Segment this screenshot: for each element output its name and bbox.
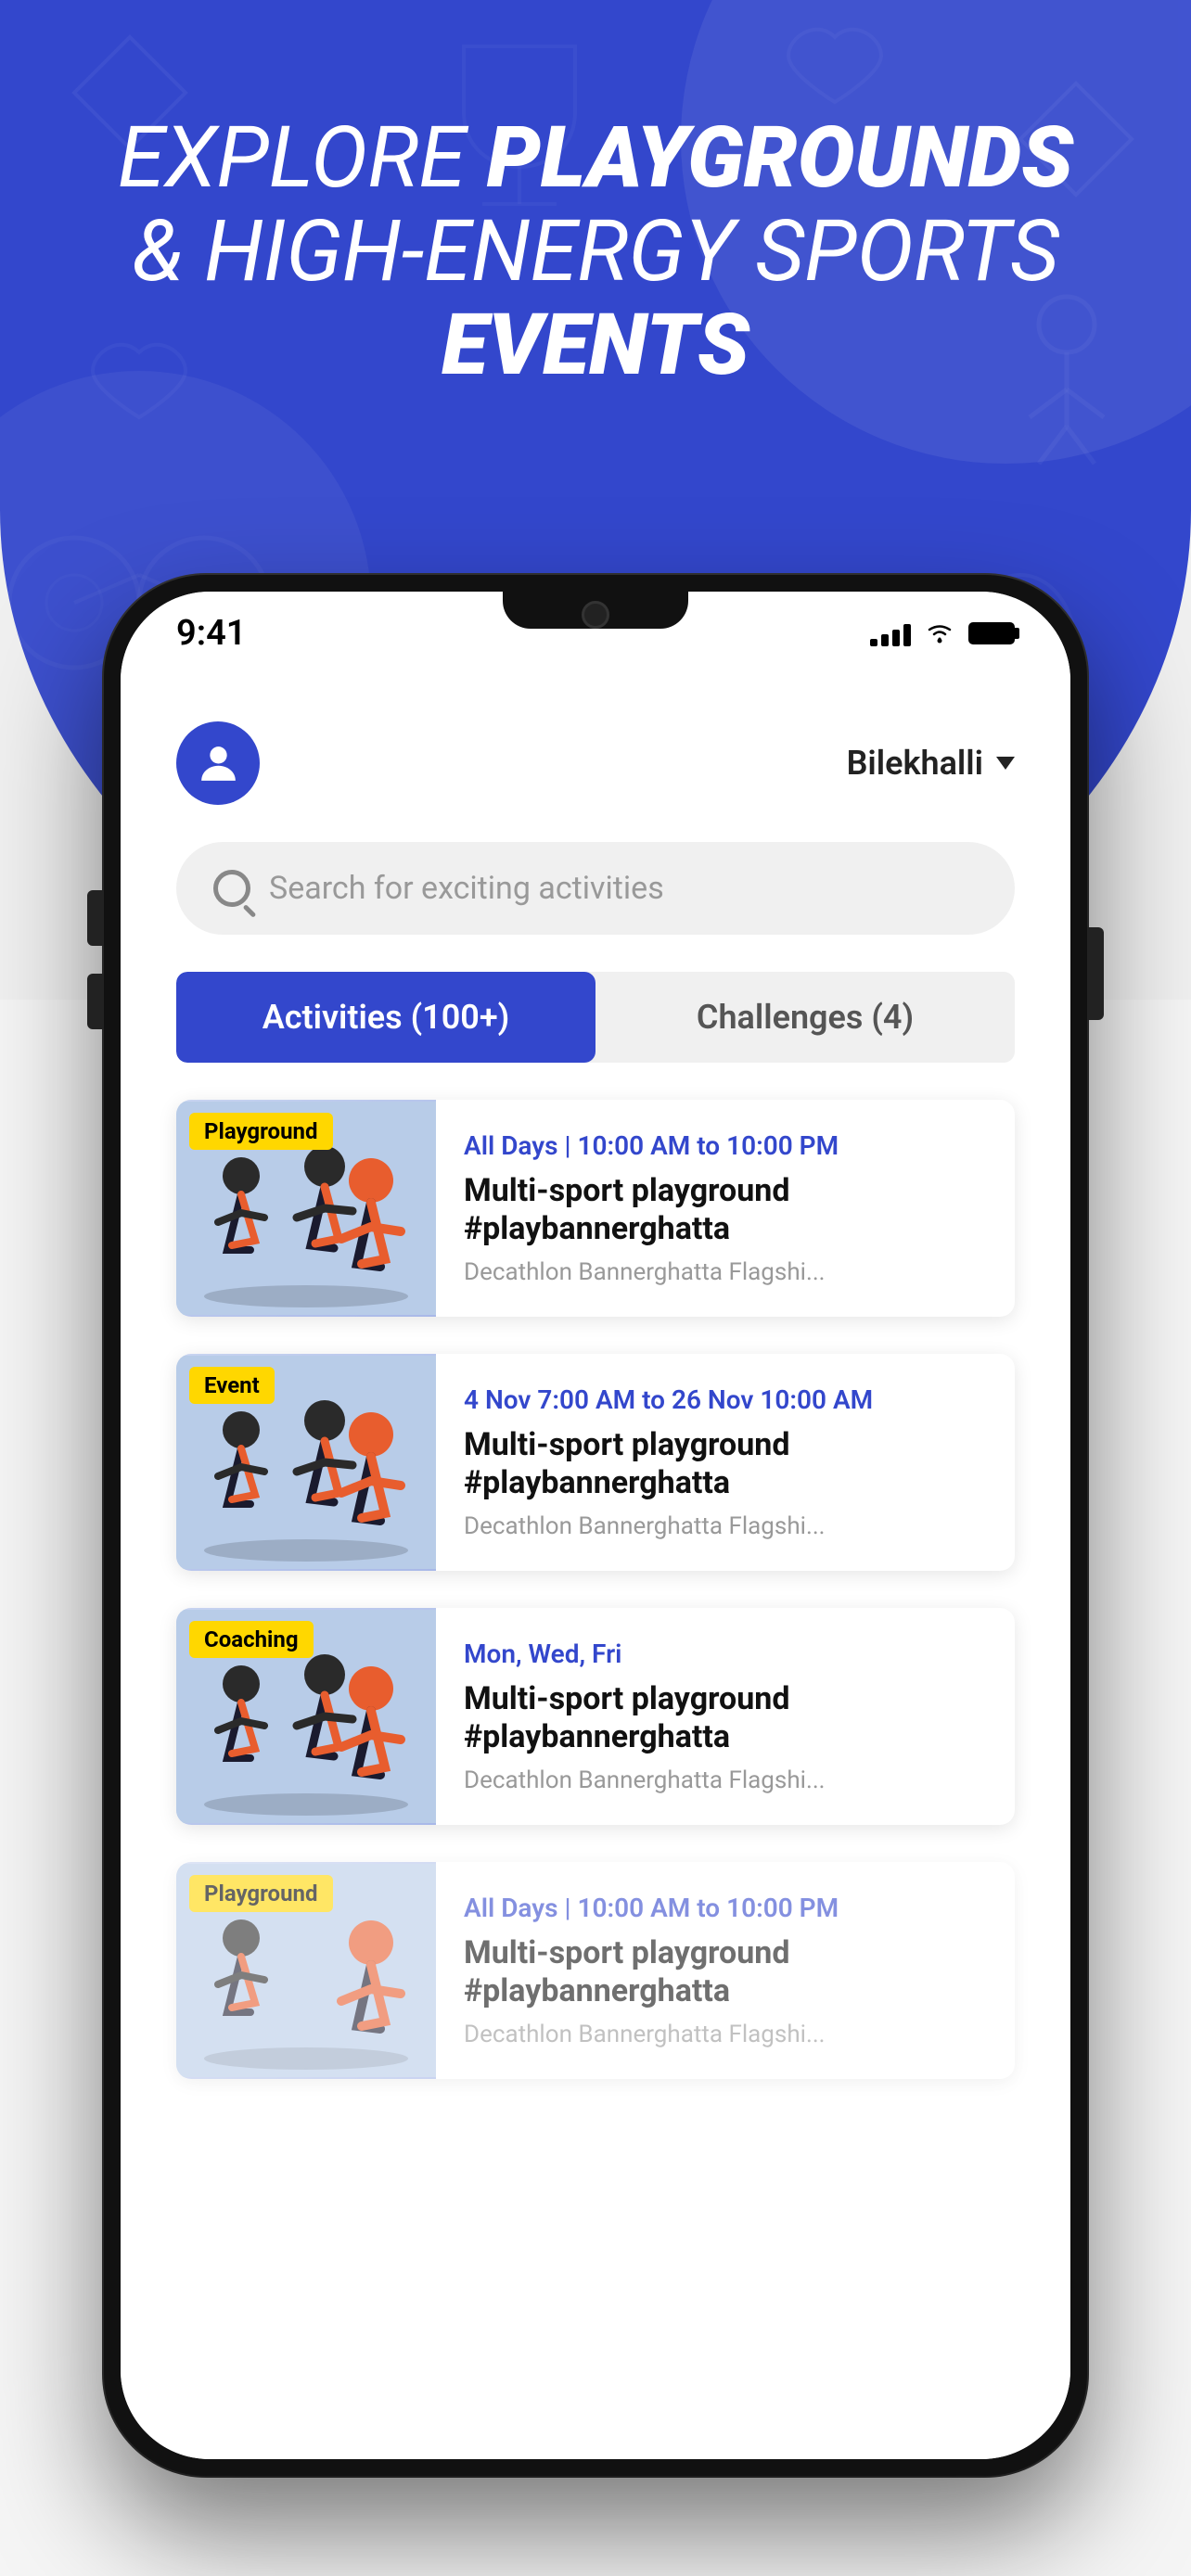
volume-up-button <box>87 890 104 946</box>
location-label: Bilekhalli <box>847 744 983 783</box>
card-badge: Coaching <box>189 1621 314 1658</box>
hero-line2: & HIGH-ENERGY SPORTS <box>132 202 1059 301</box>
camera <box>582 601 609 629</box>
search-bar[interactable]: Search for exciting activities <box>176 842 1015 935</box>
card-date: All Days | 10:00 AM to 10:00 PM <box>464 1130 987 1161</box>
phone-frame: 9:41 <box>104 575 1087 2476</box>
card-location: Decathlon Bannerghatta Flagshi... <box>464 2021 987 2048</box>
tab-activities[interactable]: Activities (100+) <box>176 972 596 1063</box>
tabs-container: Activities (100+) Challenges (4) <box>176 972 1015 1063</box>
card-title: Multi-sport playground #playbannerghatta <box>464 1172 987 1248</box>
card-info: Mon, Wed, Fri Multi-sport playground #pl… <box>436 1608 1015 1825</box>
card-badge: Playground <box>189 1875 333 1912</box>
activity-card[interactable]: Coaching Mon, Wed, Fri Multi-sport playg… <box>176 1608 1015 1825</box>
location-chevron-icon <box>996 757 1015 770</box>
tab-challenges[interactable]: Challenges (4) <box>596 972 1015 1063</box>
card-title: Multi-sport playground #playbannerghatta <box>464 1680 987 1756</box>
card-date: All Days | 10:00 AM to 10:00 PM <box>464 1893 987 1923</box>
card-location: Decathlon Bannerghatta Flagshi... <box>464 1512 987 1540</box>
status-icons <box>870 620 1015 646</box>
location-selector[interactable]: Bilekhalli <box>847 744 1015 783</box>
card-date: Mon, Wed, Fri <box>464 1639 987 1669</box>
card-badge: Playground <box>189 1113 333 1150</box>
card-badge: Event <box>189 1367 275 1404</box>
signal-icon <box>870 620 911 646</box>
card-location: Decathlon Bannerghatta Flagshi... <box>464 1766 987 1794</box>
activity-card[interactable]: Playground All Days | 10:00 AM to 10:00 … <box>176 1100 1015 1317</box>
power-button <box>1087 927 1104 1020</box>
app-header: Bilekhalli <box>121 675 1070 833</box>
avatar-icon <box>193 738 244 789</box>
volume-down-button <box>87 974 104 1029</box>
hero-line1: EXPLORE <box>118 108 487 208</box>
hero-section: EXPLORE PLAYGROUNDS & HIGH-ENERGY SPORTS… <box>74 111 1117 393</box>
hero-line3-bold: EVENTS <box>442 296 749 395</box>
card-image: Coaching <box>176 1608 436 1825</box>
card-info: 4 Nov 7:00 AM to 26 Nov 10:00 AM Multi-s… <box>436 1354 1015 1571</box>
activity-card[interactable]: Event 4 Nov 7:00 AM to 26 Nov 10:00 AM M… <box>176 1354 1015 1571</box>
notch <box>503 592 688 629</box>
card-date: 4 Nov 7:00 AM to 26 Nov 10:00 AM <box>464 1384 987 1415</box>
card-title: Multi-sport playground #playbannerghatta <box>464 1426 987 1502</box>
search-icon <box>213 870 250 907</box>
status-bar: 9:41 <box>121 592 1070 675</box>
card-image: Event <box>176 1354 436 1571</box>
phone-screen: 9:41 <box>121 592 1070 2459</box>
card-image: Playground <box>176 1100 436 1317</box>
time-display: 9:41 <box>176 613 246 654</box>
card-info: All Days | 10:00 AM to 10:00 PM Multi-sp… <box>436 1862 1015 2079</box>
search-placeholder: Search for exciting activities <box>269 870 664 907</box>
cards-container: Playground All Days | 10:00 AM to 10:00 … <box>121 1100 1070 2079</box>
activity-card[interactable]: Playground All Days | 10:00 AM to 10:00 … <box>176 1862 1015 2079</box>
hero-line1-bold: PLAYGROUNDS <box>487 108 1073 208</box>
card-title: Multi-sport playground #playbannerghatta <box>464 1934 987 2010</box>
avatar[interactable] <box>176 721 260 805</box>
battery-icon <box>968 622 1015 644</box>
card-location: Decathlon Bannerghatta Flagshi... <box>464 1258 987 1286</box>
card-info: All Days | 10:00 AM to 10:00 PM Multi-sp… <box>436 1100 1015 1317</box>
phone-container: 9:41 <box>104 575 1087 2476</box>
wifi-icon <box>925 622 954 644</box>
app-content: Bilekhalli Search for exciting activitie… <box>121 675 1070 2459</box>
card-image: Playground <box>176 1862 436 2079</box>
